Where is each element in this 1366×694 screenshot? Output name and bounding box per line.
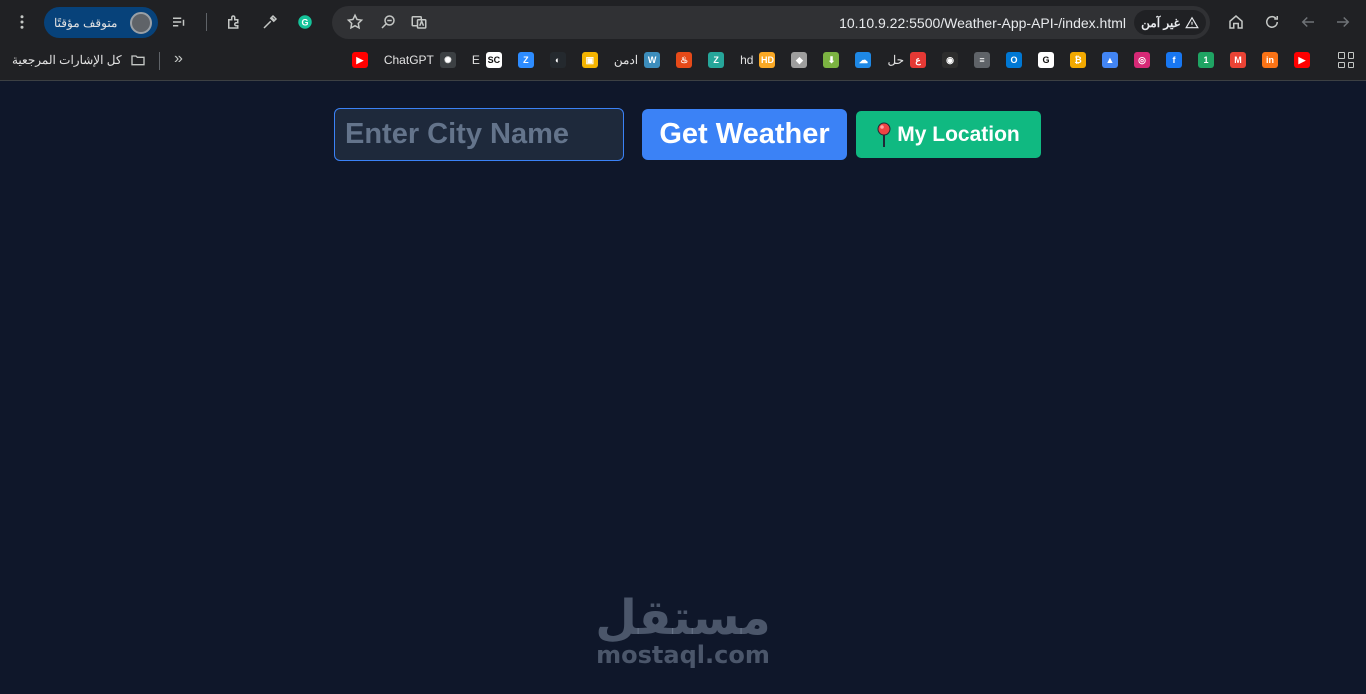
extensions-icon[interactable] [220,8,248,36]
bookmark-zoom[interactable]: Z [502,52,534,68]
bookmark-download-arrow[interactable]: ⬇ [807,52,840,68]
bookmark-cloud-download[interactable]: ☁ [839,52,872,68]
bookmark-google-classroom[interactable]: ▲ [1086,52,1118,68]
google-slides-icon: ▣ [581,52,598,68]
reading-list-icon[interactable] [165,8,193,36]
bookmark-icons: ▶ ChatGPT ✺ E SC Z ◐ ▣ ادمن W ♨ Zhd HD ◆ ⬇ ☁ حل ع ◉ ≡ O G ₿ ▲ ◎ f… [336,50,1310,70]
reload-icon[interactable] [1258,8,1286,36]
browser-menu-icon[interactable] [8,8,36,36]
my-location-button[interactable]: My Location [856,111,1041,158]
apps-grid-icon[interactable] [1338,52,1354,68]
bookmark-facebook[interactable]: f [1150,52,1182,68]
bookmark-instagram[interactable]: ◎ [1118,52,1150,68]
bookmark-label: حل [887,53,904,67]
bookmarks-divider [159,52,160,70]
google-icon: G [1038,52,1054,68]
forward-icon[interactable] [1329,8,1357,36]
profile-paused-chip[interactable]: متوقف مؤقتًا [44,7,158,38]
bookmark-hd[interactable]: hd HD [724,52,776,68]
youtube-2-icon: ▶ [351,52,368,68]
bookmark-star-icon[interactable] [341,8,369,36]
bookmark-iconscout[interactable]: in [1246,52,1278,68]
toolbar-divider [206,13,207,31]
bookmark-chatgpt[interactable]: ChatGPT ✺ [368,52,456,68]
watermark-arabic: مستقل [595,590,771,646]
github-icon: ◐ [549,52,566,68]
city-search-input[interactable] [334,108,624,161]
layers-icon: ◆ [791,52,808,68]
bookmark-label: hd [740,53,754,67]
watermark-domain: mostaql.com [596,641,770,669]
cloud-download-icon: ☁ [855,52,872,68]
bookmark-gmail[interactable]: M [1214,52,1246,68]
bookmark-github[interactable]: ◐ [534,52,566,68]
pushpin-icon [877,122,891,147]
profile-status-label: متوقف مؤقتًا [54,15,118,30]
mostaql-watermark: مستقل mostaql.com [583,594,783,668]
zoom-icon[interactable] [374,8,402,36]
browser-toolbar: متوقف مؤقتًا G 10.10.9.22:5500/Weather-A… [0,0,1366,44]
bookmarks-overflow-icon[interactable]: » [174,50,183,68]
home-icon[interactable] [1222,8,1250,36]
bookmark-dictionary[interactable]: ≡ [958,52,990,68]
bitcoin-icon: ₿ [1070,52,1086,68]
bookmark-wordpress[interactable]: ادمن W [598,52,661,68]
security-chip[interactable]: غير آمن [1134,10,1206,35]
bookmark-z-app[interactable]: Z [692,52,725,68]
bookmark-sc[interactable]: E SC [456,52,502,68]
outlook-icon: O [1006,52,1022,68]
all-bookmarks-label: كل الإشارات المرجعية [12,53,122,67]
bookmark-google-slides[interactable]: ▣ [566,52,598,68]
fire-icon: ♨ [676,52,693,68]
one-icon: 1 [1198,52,1214,68]
folder-icon [130,55,145,66]
pointer-icon: ◉ [942,52,958,68]
bookmark-label: ChatGPT [383,53,434,67]
bookmark-label: ادمن [613,53,639,67]
zoom-icon: Z [517,52,534,68]
bookmark-outlook[interactable]: O [990,52,1022,68]
bookmark-pointer[interactable]: ◉ [926,52,958,68]
my-location-label: My Location [897,122,1020,146]
bookmark-bitcoin[interactable]: ₿ [1054,52,1086,68]
gmail-icon: M [1230,52,1246,68]
security-label: غير آمن [1141,15,1180,30]
grammarly-icon[interactable]: G [291,8,319,36]
google-classroom-icon: ▲ [1102,52,1118,68]
wordpress-icon: W [644,52,661,68]
3ain-icon: ع [910,52,926,68]
youtube-icon: ▶ [1294,52,1310,68]
download-arrow-icon: ⬇ [823,52,840,68]
bookmark-google[interactable]: G [1022,52,1054,68]
eyedropper-icon[interactable] [256,8,284,36]
bookmark-label: E [471,53,480,67]
sc-icon: SC [485,52,502,68]
bookmark-one[interactable]: 1 [1182,52,1214,68]
warning-icon [1185,16,1199,28]
instagram-icon: ◎ [1134,52,1150,68]
back-icon[interactable] [1294,8,1322,36]
get-weather-button[interactable]: Get Weather [642,109,847,160]
bookmark-fire[interactable]: ♨ [660,52,693,68]
avatar [130,11,152,34]
z-app-icon: Z [708,52,725,68]
translate-icon[interactable] [405,8,433,36]
iconscout-icon: in [1262,52,1278,68]
bookmark-youtube-2[interactable]: ▶ [336,52,368,68]
bookmark-youtube[interactable]: ▶ [1278,52,1310,68]
hd-icon: HD [759,52,776,68]
bookmark-layers[interactable]: ◆ [775,52,808,68]
bookmark-3ain[interactable]: حل ع [871,52,926,68]
all-bookmarks-folder[interactable]: كل الإشارات المرجعية [12,52,146,68]
svg-text:G: G [301,17,308,27]
chatgpt-icon: ✺ [439,52,456,68]
url-text[interactable]: 10.10.9.22:5500/Weather-App-API-/index.h… [839,15,1126,31]
dictionary-icon: ≡ [974,52,990,68]
facebook-icon: f [1166,52,1182,68]
weather-app-page: Get Weather My Location مستقل mostaql.co… [0,82,1366,694]
address-bar[interactable]: 10.10.9.22:5500/Weather-App-API-/index.h… [332,6,1210,39]
